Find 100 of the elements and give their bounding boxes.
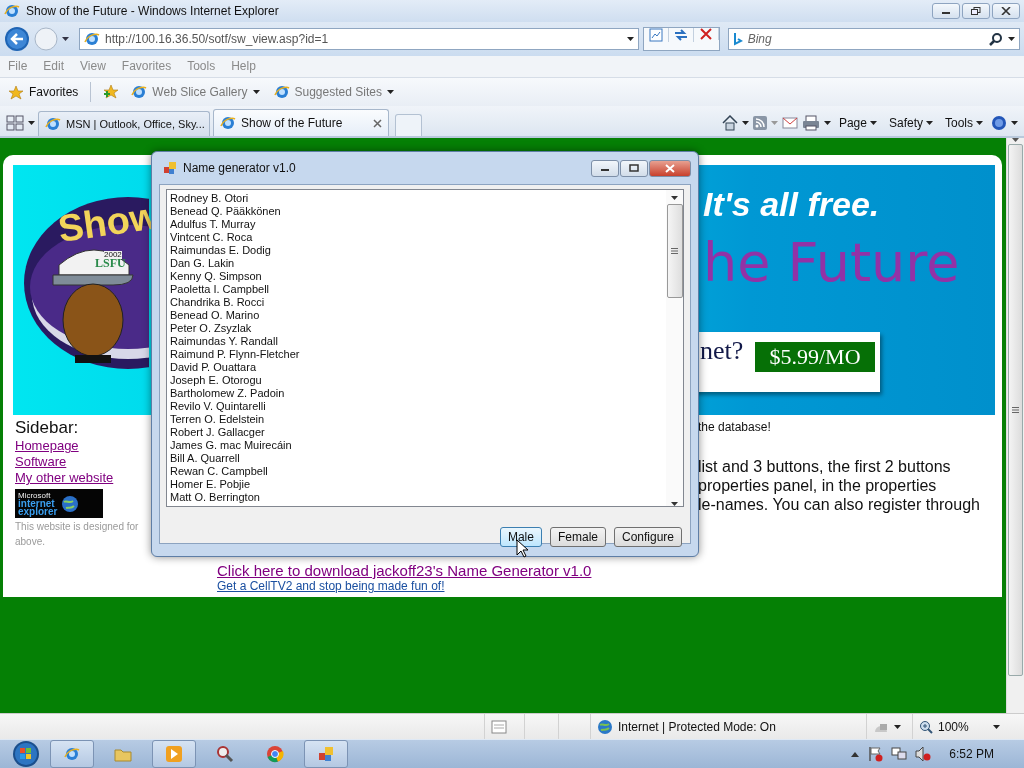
list-item[interactable]: Matt O. Berrington xyxy=(170,491,663,504)
scrollbar[interactable] xyxy=(1006,138,1024,713)
sidebar-link[interactable]: Homepage xyxy=(15,438,79,454)
list-item[interactable]: David P. Ouattara xyxy=(170,361,663,374)
print-icon[interactable] xyxy=(801,115,820,131)
maximize-button[interactable] xyxy=(620,159,648,177)
speaker-muted-icon[interactable] xyxy=(915,746,932,762)
caret-icon[interactable] xyxy=(976,121,983,125)
caret-icon[interactable] xyxy=(386,90,394,94)
caret-icon[interactable] xyxy=(1011,121,1018,125)
search-icon[interactable] xyxy=(989,32,1003,46)
command-menu[interactable]: Tools xyxy=(941,116,987,130)
list-item[interactable]: James G. mac Muirecáin xyxy=(170,439,663,452)
media-player-icon xyxy=(165,745,183,763)
mail-icon[interactable] xyxy=(781,117,798,129)
list-item[interactable]: Paoletta I. Campbell xyxy=(170,283,663,296)
list-item[interactable]: Benead Q. Pääkkönen xyxy=(170,205,663,218)
mouse-cursor-icon xyxy=(516,539,528,558)
cap-text: 2002 xyxy=(104,251,122,259)
caret-icon[interactable] xyxy=(28,121,35,125)
flag-icon[interactable] xyxy=(867,746,884,762)
list-item[interactable]: Revilo V. Quintarelli xyxy=(170,400,663,413)
sidebar-link[interactable]: My other website xyxy=(15,470,114,486)
dialog-button[interactable]: Male xyxy=(499,527,542,547)
caret-icon[interactable] xyxy=(671,502,678,506)
star-icon xyxy=(8,84,24,100)
cap-text: LSFU xyxy=(95,256,126,271)
list-item[interactable]: Benead O. Marino xyxy=(170,309,663,322)
list-item[interactable]: Terren O. Edelstein xyxy=(170,413,663,426)
window-title: Show of the Future - Windows Internet Explorer xyxy=(26,4,280,18)
minimize-button[interactable] xyxy=(591,159,619,177)
list-item[interactable]: Chandrika B. Rocci xyxy=(170,296,663,309)
list-item[interactable]: Bartholomew Z. Padoin xyxy=(170,387,663,400)
minimize-button[interactable] xyxy=(932,3,960,19)
intro-text: the database! xyxy=(698,420,771,434)
sidebar-link[interactable]: Software xyxy=(15,454,67,470)
caret-icon[interactable] xyxy=(926,121,933,125)
globe-icon xyxy=(597,718,613,735)
text-link[interactable]: Get a CellTV2 and stop being made fun of! xyxy=(217,579,445,593)
caret-icon[interactable] xyxy=(894,724,901,729)
caret-icon[interactable] xyxy=(823,121,831,125)
name-list[interactable] xyxy=(166,189,684,507)
browser-icon xyxy=(131,84,148,100)
list-item[interactable]: Peter O. Zsyzlak xyxy=(170,322,663,335)
list-item[interactable]: Vintcent C. Roca xyxy=(170,231,663,244)
browser-icon xyxy=(4,3,20,19)
caret-icon[interactable] xyxy=(671,196,678,200)
list-item[interactable]: Adulfus T. Murray xyxy=(170,218,663,231)
network-icon[interactable] xyxy=(891,746,908,762)
browser-tab[interactable]: MSN | Outlook, Office, Sky... xyxy=(38,111,210,136)
caret-icon[interactable] xyxy=(869,121,877,125)
back-button[interactable] xyxy=(4,26,30,52)
caret-icon[interactable] xyxy=(626,37,634,41)
browser-icon xyxy=(45,116,61,132)
paragraph-line: list and 3 buttons, the first 2 buttons xyxy=(698,457,952,476)
list-item[interactable]: Raimund P. Flynn-Fletcher xyxy=(170,348,663,361)
browser-tab[interactable]: Show of the Future xyxy=(213,109,389,136)
taskbar-button[interactable] xyxy=(152,740,196,768)
help-icon[interactable] xyxy=(991,115,1007,131)
address-field[interactable]: http://100.16.36.50/sotf/sw_view.asp?id=1 xyxy=(79,28,639,50)
caret-icon[interactable] xyxy=(993,724,1000,729)
home-icon[interactable] xyxy=(721,115,738,131)
scrollbar[interactable] xyxy=(666,190,683,506)
caret-icon[interactable] xyxy=(252,90,260,94)
clock[interactable]: 6:52 PM xyxy=(949,747,994,761)
list-item[interactable]: Bill A. Quarrell xyxy=(170,452,663,465)
app-icon xyxy=(318,746,334,762)
list-item[interactable]: Dan G. Lakin xyxy=(170,257,663,270)
list-item[interactable]: Raimundas Y. Randall xyxy=(170,335,663,348)
caret-icon[interactable] xyxy=(62,37,69,41)
close-button[interactable] xyxy=(992,3,1020,19)
favorites-button[interactable]: Favorites xyxy=(8,84,79,100)
text-link[interactable]: Click here to download jackoff23's Name Generator v1.0 xyxy=(217,562,592,579)
taskbar-button[interactable] xyxy=(304,740,348,768)
command-menu[interactable]: Safety xyxy=(884,116,937,130)
tray-expand-icon[interactable] xyxy=(851,751,860,757)
list-item[interactable]: Raimundas E. Dodig xyxy=(170,244,663,257)
favorites-bar-item[interactable]: Suggested Sites xyxy=(269,84,398,100)
dialog-button[interactable]: Female xyxy=(549,527,606,547)
browser-icon xyxy=(273,84,290,100)
caret-icon[interactable] xyxy=(741,121,749,125)
quick-tabs-icon[interactable] xyxy=(6,115,24,131)
list-item[interactable]: Joseph E. Otorogu xyxy=(170,374,663,387)
list-item[interactable]: Kenny Q. Simpson xyxy=(170,270,663,283)
favorites-bar-item[interactable]: Web Slice Gallery xyxy=(127,84,264,100)
search-field[interactable]: Bing xyxy=(727,28,1020,50)
list-item[interactable]: Rodney B. Otori xyxy=(170,192,663,205)
sidebar-note: above. xyxy=(15,536,46,548)
restore-button[interactable] xyxy=(962,3,990,19)
start-button[interactable] xyxy=(10,740,42,768)
close-tab-icon[interactable] xyxy=(373,118,382,128)
list-item[interactable]: Homer E. Pobjie xyxy=(170,478,663,491)
dialog-button[interactable]: Configure xyxy=(613,527,682,547)
taskbar-button[interactable] xyxy=(50,740,94,768)
sidebar-heading: Sidebar: xyxy=(15,418,79,438)
list-item[interactable]: Rewan C. Campbell xyxy=(170,465,663,478)
list-item[interactable]: Robert J. Gallacger xyxy=(170,426,663,439)
caret-icon[interactable] xyxy=(1008,37,1015,41)
page-icon xyxy=(84,31,100,47)
command-menu[interactable]: Page xyxy=(834,116,881,130)
